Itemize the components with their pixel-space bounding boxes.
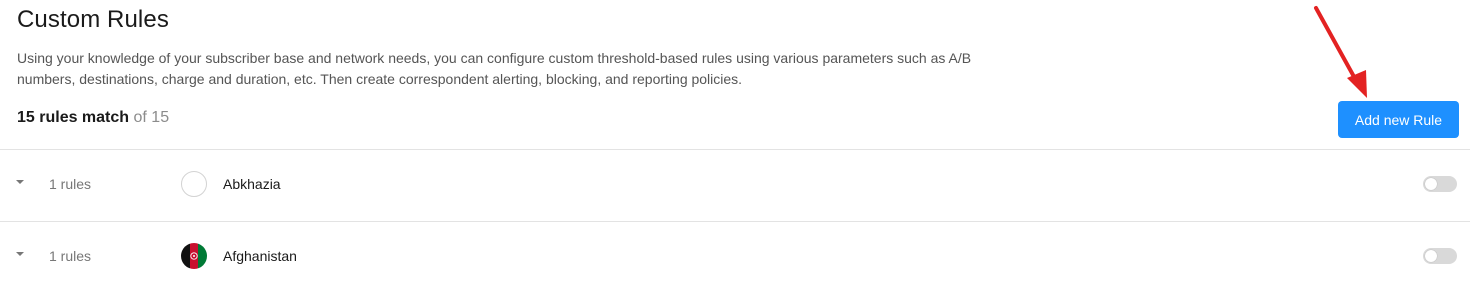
add-new-rule-button[interactable]: Add new Rule bbox=[1338, 101, 1459, 138]
rule-toggle[interactable] bbox=[1423, 248, 1457, 264]
annotation-arrow-icon bbox=[1314, 6, 1367, 98]
afghanistan-flag-icon bbox=[181, 243, 207, 269]
expand-caret-icon[interactable] bbox=[16, 252, 24, 256]
rules-count-label: 1 rules bbox=[49, 176, 92, 192]
country-name: Afghanistan bbox=[223, 248, 297, 264]
list-item: 1 rules Abkhazia bbox=[0, 150, 1470, 221]
toggle-knob bbox=[1425, 250, 1437, 262]
list-item: 1 rules Afghanistan bbox=[0, 222, 1470, 292]
page-description: Using your knowledge of your subscriber … bbox=[17, 50, 972, 87]
custom-rules-page: Custom Rules Using your knowledge of you… bbox=[0, 0, 1470, 292]
rules-count-label: 1 rules bbox=[49, 248, 92, 264]
expand-caret-icon[interactable] bbox=[16, 180, 24, 184]
country-name: Abkhazia bbox=[223, 176, 281, 192]
page-title: Custom Rules bbox=[17, 6, 169, 33]
rule-toggle[interactable] bbox=[1423, 176, 1457, 192]
empty-flag-icon bbox=[181, 171, 207, 197]
rules-match-summary: 15 rules match of 15 bbox=[17, 108, 169, 128]
toggle-knob bbox=[1425, 178, 1437, 190]
rules-match-total: of 15 bbox=[133, 109, 170, 126]
rules-match-count: 15 rules match bbox=[17, 109, 130, 126]
